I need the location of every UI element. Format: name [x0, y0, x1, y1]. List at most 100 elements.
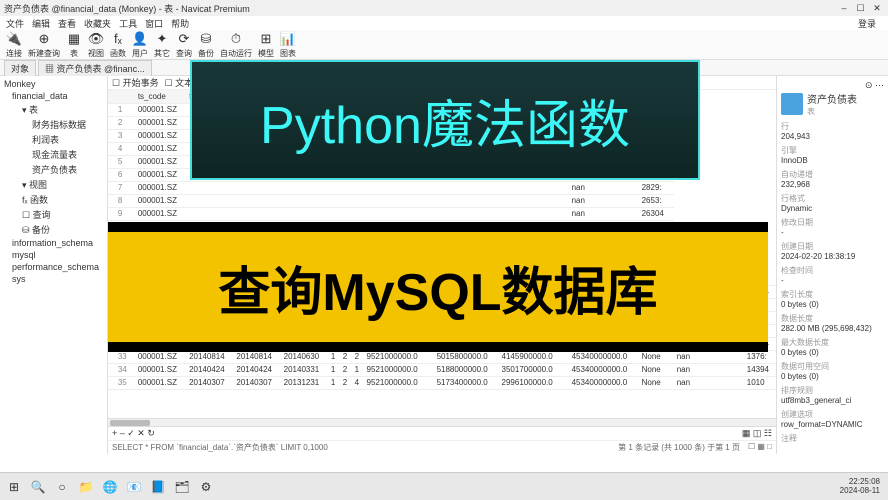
- close-button[interactable]: ✕: [870, 3, 884, 14]
- tree-item[interactable]: information_schema: [2, 237, 105, 249]
- tree-item[interactable]: 现金流量表: [2, 147, 105, 162]
- menu-工具[interactable]: 工具: [119, 17, 137, 30]
- col-header[interactable]: ts_code: [135, 90, 186, 103]
- info-label: 注释: [781, 433, 884, 444]
- info-value: Dynamic: [781, 204, 884, 213]
- table-row[interactable]: 8000001.SZnan2653:: [108, 194, 776, 207]
- sql-text: SELECT * FROM `financial_data`.`资产负债表` L…: [112, 442, 328, 453]
- info-label: 修改日期: [781, 217, 884, 228]
- menu-收藏夹[interactable]: 收藏夹: [84, 17, 111, 30]
- info-label: 最大数据长度: [781, 337, 884, 348]
- tree-item[interactable]: Monkey: [2, 78, 105, 90]
- tree-item[interactable]: mysql: [2, 249, 105, 261]
- grid-view-toggle[interactable]: ▦ ◫ ☷: [742, 428, 772, 439]
- info-value: 0 bytes (0): [781, 300, 884, 309]
- tree-item[interactable]: ▾ 表: [2, 102, 105, 117]
- taskbar-app[interactable]: ⊞: [4, 477, 24, 497]
- col-header[interactable]: [115, 90, 135, 103]
- clock-date: 2024-08-11: [840, 487, 880, 496]
- tool-视图[interactable]: 👁视图: [88, 31, 104, 59]
- menu-帮助[interactable]: 帮助: [171, 17, 189, 30]
- menu-窗口[interactable]: 窗口: [145, 17, 163, 30]
- info-value: 204,943: [781, 132, 884, 141]
- app-title: 资产负债表 @financial_data (Monkey) - 表 - Nav…: [4, 2, 250, 15]
- tree-item[interactable]: 资产负债表: [2, 162, 105, 177]
- tree-item[interactable]: sys: [2, 273, 105, 285]
- info-panel: ⊙ ⋯ 资产负债表 表 行204,943引擎InnoDB自动递增232,968行…: [776, 76, 888, 454]
- record-status: 第 1 条记录 (共 1000 条) 于第 1 页: [618, 442, 740, 453]
- info-label: 创建选项: [781, 409, 884, 420]
- info-label: 引擎: [781, 145, 884, 156]
- windows-taskbar[interactable]: ⊞🔍○📁🌐📧📘🗂⚙ 22:25:08 2024-08-11: [0, 472, 888, 500]
- overlay-python: Python魔法函数: [190, 60, 700, 180]
- tool-函数[interactable]: fₓ函数: [110, 31, 126, 59]
- info-value: 232,968: [781, 180, 884, 189]
- taskbar-app[interactable]: 🔍: [28, 477, 48, 497]
- menu-编辑[interactable]: 编辑: [32, 17, 50, 30]
- info-label: 数据可用空间: [781, 361, 884, 372]
- tool-备份[interactable]: ⛁备份: [198, 31, 214, 59]
- info-value: InnoDB: [781, 156, 884, 165]
- tool-模型[interactable]: ⊞模型: [258, 31, 274, 59]
- info-value: -: [781, 228, 884, 237]
- info-value: row_format=DYNAMIC: [781, 420, 884, 429]
- tool-新建查询[interactable]: ⊕新建查询: [28, 31, 60, 59]
- info-sub: 表: [807, 106, 857, 117]
- db-tree[interactable]: Monkeyfinancial_data▾ 表财务指标数据利润表现金流量表资产负…: [0, 76, 108, 454]
- menu-查看[interactable]: 查看: [58, 17, 76, 30]
- grid-nav[interactable]: + – ✓ ✕ ↻: [112, 428, 155, 439]
- table-row[interactable]: 35000001.SZ20140307201403072013123112495…: [108, 376, 776, 389]
- table-icon: [781, 93, 803, 115]
- tool-查询[interactable]: ⟳查询: [176, 31, 192, 59]
- tab[interactable]: 对象: [4, 60, 36, 76]
- table-row[interactable]: 7000001.SZnan2829:: [108, 181, 776, 194]
- max-button[interactable]: ☐: [853, 3, 867, 14]
- info-label: 行: [781, 121, 884, 132]
- taskbar-app[interactable]: 🌐: [100, 477, 120, 497]
- tree-item[interactable]: financial_data: [2, 90, 105, 102]
- info-label: 检查时间: [781, 265, 884, 276]
- info-label: 索引长度: [781, 289, 884, 300]
- tree-item[interactable]: 利润表: [2, 132, 105, 147]
- min-button[interactable]: –: [837, 3, 851, 13]
- info-label: 创建日期: [781, 241, 884, 252]
- tree-item[interactable]: 财务指标数据: [2, 117, 105, 132]
- subtool-item[interactable]: ☐ 开始事务: [112, 76, 159, 89]
- info-value: 0 bytes (0): [781, 348, 884, 357]
- tool-自动运行[interactable]: ⏱自动运行: [220, 31, 252, 59]
- overlay-mysql: 查询MySQL数据库: [108, 222, 768, 352]
- tree-item[interactable]: ⛁ 备份: [2, 222, 105, 237]
- tool-其它[interactable]: ✦其它: [154, 31, 170, 59]
- info-label: 行格式: [781, 193, 884, 204]
- tool-连接[interactable]: 🔌连接: [6, 31, 22, 59]
- tree-item[interactable]: ▾ 视图: [2, 177, 105, 192]
- login-link[interactable]: 登录: [858, 17, 876, 30]
- table-row[interactable]: 9000001.SZnan26304: [108, 207, 776, 220]
- taskbar-app[interactable]: 📁: [76, 477, 96, 497]
- taskbar-app[interactable]: ○: [52, 477, 72, 497]
- info-label: 排序规则: [781, 385, 884, 396]
- col-header[interactable]: [108, 90, 115, 103]
- tool-用户[interactable]: 👤用户: [132, 31, 148, 59]
- tool-图表[interactable]: 📊图表: [280, 31, 296, 59]
- info-label: 自动递增: [781, 169, 884, 180]
- tool-表[interactable]: ▦表: [66, 31, 82, 59]
- grid-icons[interactable]: ☐ ▦ □: [748, 442, 772, 453]
- taskbar-app[interactable]: 📧: [124, 477, 144, 497]
- taskbar-app[interactable]: 🗂: [172, 477, 192, 497]
- tab[interactable]: ▦ 资产负债表 @financ...: [38, 60, 152, 76]
- taskbar-app[interactable]: 📘: [148, 477, 168, 497]
- table-row[interactable]: 34000001.SZ20140424201404242014033112195…: [108, 363, 776, 376]
- info-value: -: [781, 276, 884, 285]
- info-value: 282.00 MB (295,698,432): [781, 324, 884, 333]
- taskbar-app[interactable]: ⚙: [196, 477, 216, 497]
- tree-item[interactable]: performance_schema: [2, 261, 105, 273]
- info-label: 数据长度: [781, 313, 884, 324]
- menu-文件[interactable]: 文件: [6, 17, 24, 30]
- info-value: utf8mb3_general_ci: [781, 396, 884, 405]
- tree-item[interactable]: fₓ 函数: [2, 192, 105, 207]
- h-scrollbar[interactable]: [108, 418, 776, 426]
- info-title: 资产负债表: [807, 91, 857, 106]
- tree-item[interactable]: ☐ 查询: [2, 207, 105, 222]
- info-value: 0 bytes (0): [781, 372, 884, 381]
